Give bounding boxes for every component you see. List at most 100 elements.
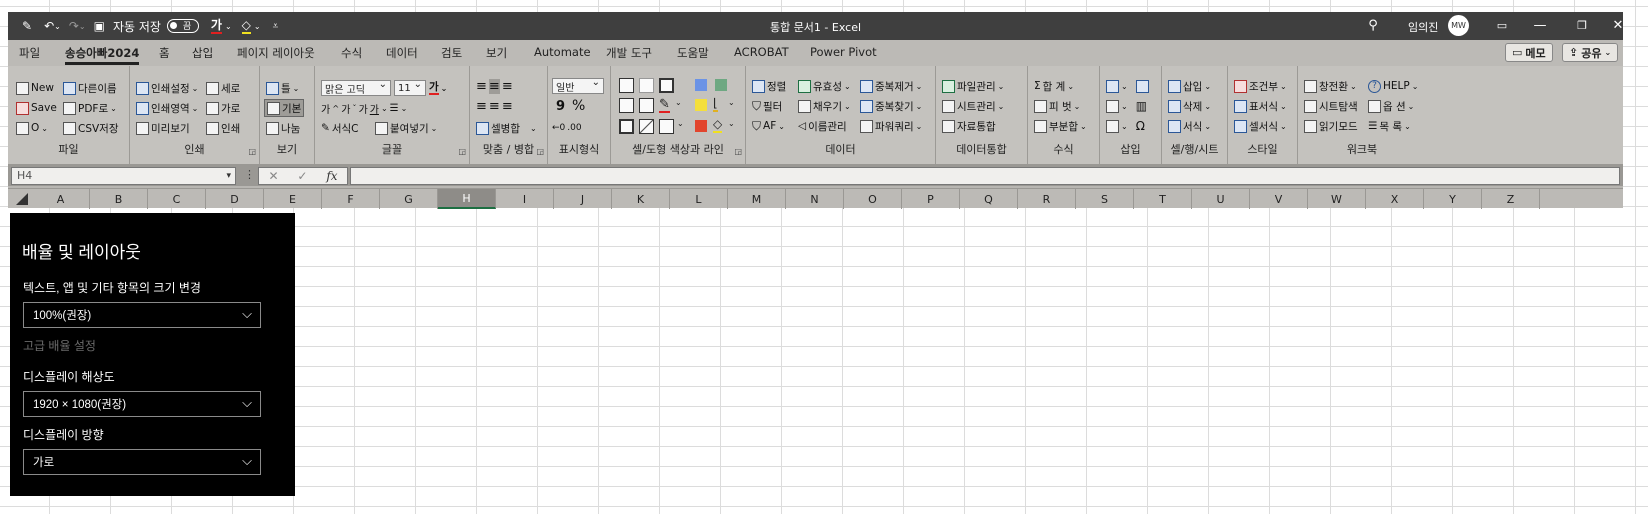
scale-dropdown[interactable]: 100%(권장) ⌵	[23, 302, 261, 328]
column-header-z[interactable]: Z	[1482, 189, 1540, 209]
insert-cells-button[interactable]: 삽입 ⌄	[1168, 78, 1211, 94]
column-header-f[interactable]: F	[322, 189, 380, 209]
tab-insert[interactable]: 삽입	[192, 45, 213, 61]
column-header-t[interactable]: T	[1134, 189, 1192, 209]
font-size-select[interactable]: 11	[394, 79, 426, 96]
column-header-e[interactable]: E	[264, 189, 322, 209]
delete-cells-button[interactable]: 삭제 ⌄	[1168, 98, 1211, 114]
print-area-button[interactable]: 인쇄영역 ⌄	[136, 100, 198, 116]
toc-button[interactable]: ☰ 목 록 ⌄	[1368, 118, 1411, 134]
print-launcher-icon[interactable]: ◲	[248, 147, 256, 156]
blue-fill-swatch[interactable]	[695, 79, 707, 91]
export-pdf-button[interactable]: PDF로 ⌄	[63, 100, 117, 116]
font-launcher-icon[interactable]: ◲	[458, 147, 466, 156]
shapes-button[interactable]: ⌄	[1106, 78, 1149, 94]
switch-window-button[interactable]: 창전환 ⌄	[1304, 78, 1357, 94]
column-header-c[interactable]: C	[148, 189, 206, 209]
diagonal-border-icon[interactable]	[639, 119, 654, 134]
filter-button[interactable]: ⛉ 필터	[752, 98, 782, 114]
orientation-dropdown[interactable]: 가로 ⌵	[23, 449, 261, 475]
column-header-o[interactable]: O	[844, 189, 902, 209]
column-header-k[interactable]: K	[612, 189, 670, 209]
close-icon[interactable]: ✕	[1610, 17, 1626, 33]
format-painter-button[interactable]: ✎ 서식C	[321, 120, 358, 136]
column-header-y[interactable]: Y	[1424, 189, 1482, 209]
grid-borders-icon[interactable]	[619, 98, 634, 113]
tab-acrobat[interactable]: ACROBAT	[734, 45, 789, 59]
percent-style-button[interactable]: %	[572, 98, 585, 114]
format-cells-button[interactable]: 서식 ⌄	[1168, 118, 1211, 134]
tab-page-layout[interactable]: 페이지 레이아웃	[237, 45, 315, 61]
border-more-icon[interactable]	[659, 119, 674, 134]
column-header-n[interactable]: N	[786, 189, 844, 209]
sheet-explorer-button[interactable]: 시트탐색	[1304, 98, 1358, 114]
paste-button[interactable]: 붙여넣기 ⌄	[375, 120, 437, 136]
column-header-v[interactable]: V	[1250, 189, 1308, 209]
cell-style-button[interactable]: 셀서식 ⌄	[1234, 118, 1287, 134]
options-button[interactable]: 옵 션 ⌄	[1368, 98, 1414, 114]
font-size-grow-shrink[interactable]: 가 ^ 가ˇ 가 가 ⌄ ☰ ⌄	[321, 100, 407, 116]
column-header-u[interactable]: U	[1192, 189, 1250, 209]
outside-border-icon[interactable]	[619, 119, 634, 134]
font-name-select[interactable]: 맑은 고딕	[321, 79, 391, 96]
sheet-manager-button[interactable]: 시트관리 ⌄	[942, 98, 1004, 114]
table-symbol-button[interactable]: ⌄ Ω	[1106, 118, 1145, 134]
reading-mode-button[interactable]: 읽기모드	[1304, 118, 1358, 134]
normal-view-button[interactable]: 기본	[264, 99, 305, 117]
all-borders-icon[interactable]	[619, 78, 634, 93]
open-button[interactable]: O ⌄	[16, 120, 48, 136]
enter-icon[interactable]: ✓	[297, 169, 307, 183]
comma-style-button[interactable]: 9	[556, 98, 565, 114]
insert-function-icon[interactable]: fx	[326, 169, 337, 183]
data-merge-button[interactable]: 자료통합	[942, 118, 996, 134]
print-button[interactable]: 인쇄	[206, 120, 240, 136]
column-header-s[interactable]: S	[1076, 189, 1134, 209]
column-header-g[interactable]: G	[380, 189, 438, 209]
print-preview-button[interactable]: 미리보기	[136, 120, 190, 136]
red-fill-swatch[interactable]	[695, 120, 707, 132]
subtotal-button[interactable]: 부분합 ⌄	[1034, 118, 1087, 134]
column-header-m[interactable]: M	[728, 189, 786, 209]
advanced-scale-link[interactable]: 고급 배율 설정	[23, 337, 96, 354]
horizontal-borders-icon[interactable]	[639, 98, 654, 113]
tab-data[interactable]: 데이터	[386, 45, 418, 61]
column-header-l[interactable]: L	[670, 189, 728, 209]
validation-button[interactable]: 유효성 ⌄	[798, 78, 851, 94]
restore-icon[interactable]: ❐	[1574, 17, 1590, 33]
minimize-icon[interactable]: —	[1532, 17, 1548, 33]
merge-cells-button[interactable]: 셀병합 ⌄	[476, 120, 537, 136]
column-header-d[interactable]: D	[206, 189, 264, 209]
inside-borders-icon[interactable]	[639, 78, 654, 93]
fill-button[interactable]: 채우기 ⌄	[798, 98, 851, 114]
column-header-b[interactable]: B	[90, 189, 148, 209]
tab-review[interactable]: 검토	[441, 45, 462, 61]
pen-color-icon[interactable]: ✎	[659, 98, 670, 113]
advanced-filter-button[interactable]: ⛉ AF ⌄	[752, 118, 785, 134]
thick-border-icon[interactable]	[659, 78, 674, 93]
name-manager-button[interactable]: ◁ 이름관리	[798, 118, 847, 134]
tab-file[interactable]: 파일	[19, 45, 40, 61]
conditional-format-button[interactable]: 조건부 ⌄	[1234, 78, 1287, 94]
user-name[interactable]: 임의진	[1408, 19, 1438, 35]
tab-home[interactable]: 홈	[159, 45, 170, 61]
fill-bucket-icon[interactable]: ◇	[713, 118, 723, 133]
tab-custom-2024[interactable]: 송승아빠2024	[65, 45, 140, 65]
share-button[interactable]: ⇪ 공유 ⌄	[1562, 43, 1619, 62]
decimal-buttons[interactable]: ←0 .00	[552, 120, 582, 136]
print-setup-button[interactable]: 인쇄설정 ⌄	[136, 80, 198, 96]
column-header-i[interactable]: I	[496, 189, 554, 209]
tab-formulas[interactable]: 수식	[341, 45, 362, 61]
save-as-button[interactable]: 다른이름	[63, 80, 117, 96]
memo-button[interactable]: ▭ 메모	[1505, 43, 1553, 62]
split-button[interactable]: 나눔	[266, 120, 300, 136]
column-header-x[interactable]: X	[1366, 189, 1424, 209]
sort-button[interactable]: 정렬	[752, 78, 786, 94]
more-options-icon[interactable]: ⋮	[244, 168, 255, 181]
new-button[interactable]: New	[16, 80, 54, 96]
autosum-button[interactable]: Σ합 계 ⌄	[1034, 78, 1074, 94]
cell-color-launcher-icon[interactable]: ◲	[734, 147, 742, 156]
tab-help[interactable]: 도움말	[677, 45, 709, 61]
column-header-q[interactable]: Q	[960, 189, 1018, 209]
align-bottom-row[interactable]: ≡ ≡ ≡	[476, 98, 513, 114]
font-color-ribbon-button[interactable]: 가 ⌄	[429, 80, 447, 96]
